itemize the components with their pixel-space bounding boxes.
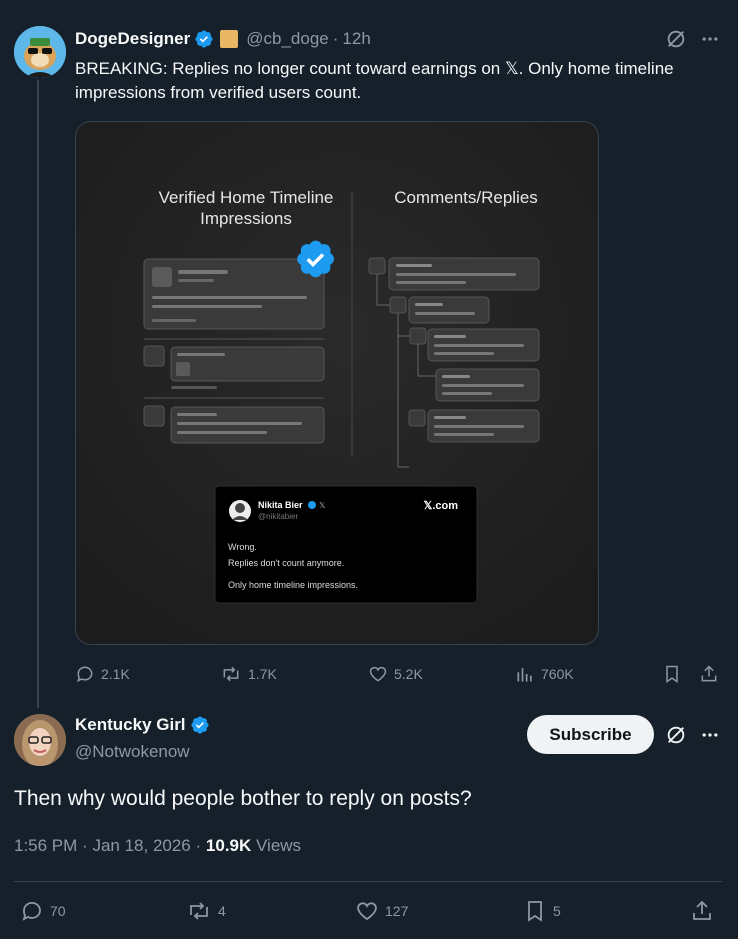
- reply-views-label: Views: [256, 836, 302, 855]
- repost-icon: [223, 666, 239, 682]
- post-header: DogeDesigner @cb_doge · 12h: [75, 28, 371, 50]
- reply-count: 2.1K: [101, 666, 130, 682]
- bookmark-icon: [528, 901, 542, 922]
- reply-icon: [77, 666, 93, 683]
- reply-author-name[interactable]: Kentucky Girl: [75, 715, 186, 735]
- subscribe-button[interactable]: Subscribe: [527, 715, 654, 754]
- author-name[interactable]: DogeDesigner: [75, 29, 190, 49]
- media-right-title: Comments/Replies: [394, 188, 538, 207]
- more-options-icon[interactable]: [698, 27, 722, 51]
- reply-date[interactable]: Jan 18, 2026: [92, 836, 190, 855]
- media-left-title-line2: Impressions: [200, 209, 292, 228]
- card-site-label: 𝕏.com: [423, 500, 458, 512]
- reply-time[interactable]: 1:56 PM: [14, 836, 77, 855]
- svg-text:𝕏: 𝕏: [319, 501, 326, 510]
- reply-author-handle[interactable]: @Notwokenow: [75, 742, 190, 762]
- reply-action-bar: 70 4 127 5: [14, 898, 724, 924]
- separator-dot: ·: [195, 836, 202, 855]
- separator-dot: ·: [82, 836, 88, 855]
- media-left-title-line1: Verified Home Timeline: [159, 188, 334, 207]
- reply-button[interactable]: 70: [20, 898, 66, 924]
- repost-icon: [190, 902, 208, 920]
- more-options-icon[interactable]: [698, 723, 722, 747]
- like-count: 127: [385, 903, 409, 919]
- avatar[interactable]: [14, 714, 66, 766]
- share-icon: [701, 665, 717, 682]
- repost-count: 1.7K: [248, 666, 277, 682]
- heart-icon: [357, 902, 377, 921]
- post-media-image[interactable]: Verified Home Timeline Impressions Comme…: [75, 121, 599, 645]
- share-button[interactable]: [699, 661, 725, 687]
- heart-icon: [369, 666, 387, 682]
- bookmark-button[interactable]: [662, 661, 688, 687]
- reply-count: 70: [50, 903, 66, 919]
- repost-count: 4: [218, 903, 226, 919]
- avatar[interactable]: [14, 26, 66, 78]
- thread-connector-line: [37, 80, 39, 708]
- like-count: 5.2K: [394, 666, 423, 682]
- author-handle[interactable]: @cb_doge: [246, 29, 329, 49]
- reply-icon: [22, 902, 41, 921]
- post-text: BREAKING: Replies no longer count toward…: [75, 59, 674, 102]
- reply-text: Then why would people bother to reply on…: [14, 787, 472, 810]
- verified-badge-icon: [191, 716, 209, 734]
- reply-meta: 1:56 PM · Jan 18, 2026 · 10.9K Views: [14, 836, 301, 856]
- share-icon: [693, 900, 711, 920]
- repost-button[interactable]: 4: [186, 898, 226, 924]
- share-button[interactable]: [690, 898, 720, 924]
- views-chart-icon: [517, 668, 532, 682]
- like-button[interactable]: 5.2K: [368, 661, 423, 687]
- divider: [14, 881, 722, 882]
- bookmark-icon: [666, 665, 678, 683]
- card-author-name: Nikita Bier: [258, 500, 303, 510]
- views-button[interactable]: 760K: [515, 661, 574, 687]
- grok-icon[interactable]: [664, 27, 688, 51]
- reply-views-count: 10.9K: [205, 836, 252, 855]
- verified-badge-icon: [195, 30, 213, 48]
- post-action-bar: 2.1K 1.7K 5.2K 760K: [75, 661, 725, 687]
- repost-button[interactable]: 1.7K: [220, 661, 277, 687]
- reply-button[interactable]: 2.1K: [75, 661, 130, 687]
- card-author-handle: @nikitabier: [258, 512, 298, 521]
- affiliate-badge-icon: [220, 30, 239, 48]
- post-time[interactable]: 12h: [342, 29, 370, 49]
- separator-dot: ·: [332, 29, 339, 48]
- card-line-3: Only home timeline impressions.: [228, 580, 358, 590]
- card-line-2: Replies don't count anymore.: [228, 558, 344, 568]
- reply-header: Kentucky Girl: [75, 715, 210, 735]
- bookmark-count: 5: [553, 903, 561, 919]
- card-line-1: Wrong.: [228, 542, 257, 552]
- views-count: 760K: [541, 666, 574, 682]
- bookmark-button[interactable]: 5: [523, 898, 561, 924]
- like-button[interactable]: 127: [355, 898, 408, 924]
- grok-icon[interactable]: [664, 723, 688, 747]
